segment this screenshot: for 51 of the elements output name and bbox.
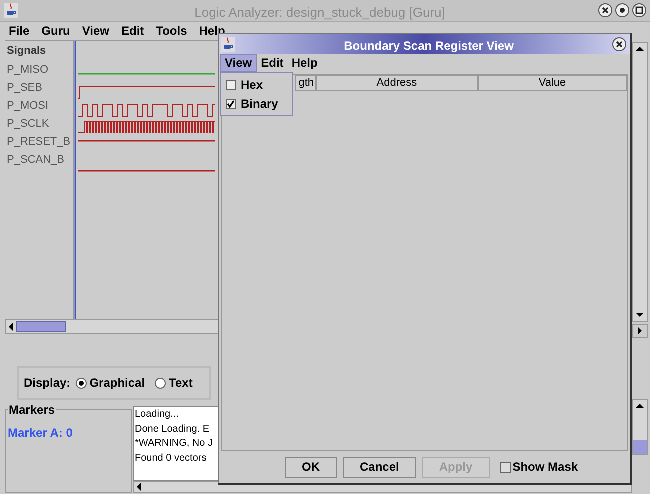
log-line: *WARNING, No J xyxy=(135,437,214,451)
up-arrow-icon[interactable] xyxy=(636,403,644,409)
scroll-thumb[interactable] xyxy=(633,440,647,454)
log-line: Done Loading. E xyxy=(135,422,211,436)
log-line: Loading... xyxy=(135,408,180,422)
display-label: Display: xyxy=(24,375,71,392)
menu-item[interactable]: Binary xyxy=(221,94,292,113)
signal-name: P_MISO xyxy=(6,63,50,78)
log-line: Found 0 vectors xyxy=(135,452,208,466)
signal-name: P_SCLK xyxy=(6,117,50,132)
signal-name: P_RESET_B xyxy=(6,135,72,150)
column-header[interactable]: Address xyxy=(316,75,478,91)
column-header[interactable]: gth xyxy=(295,75,316,91)
dialog-button[interactable]: Cancel xyxy=(343,456,416,478)
menu-item[interactable]: Tools xyxy=(156,22,188,40)
close-icon[interactable] xyxy=(598,3,613,18)
signal-name: P_SCAN_B xyxy=(6,153,66,168)
checkbox[interactable] xyxy=(226,98,236,108)
vertical-scrollbar[interactable] xyxy=(632,399,648,455)
menu-item[interactable]: View xyxy=(82,22,110,40)
menu-item[interactable]: View xyxy=(220,54,258,72)
maximize-icon[interactable] xyxy=(615,3,630,18)
menu-item[interactable]: Guru xyxy=(42,22,70,40)
column-header: Signals xyxy=(6,44,48,59)
cup-icon xyxy=(4,3,18,18)
checkbox[interactable] xyxy=(226,80,236,90)
radio-button[interactable]: Graphical xyxy=(76,374,146,392)
menu-item[interactable]: Help xyxy=(288,54,322,72)
down-arrow-icon[interactable] xyxy=(636,312,644,318)
menu-item[interactable]: Edit xyxy=(257,54,288,72)
close-icon[interactable] xyxy=(612,36,627,52)
menu-item[interactable]: Edit xyxy=(121,22,144,40)
restore-icon[interactable] xyxy=(632,3,647,18)
signal-name: P_SEB xyxy=(6,81,44,96)
menu-item[interactable]: Hex xyxy=(221,75,292,94)
radio-circle[interactable] xyxy=(76,378,87,388)
menu-item[interactable]: File xyxy=(9,22,30,40)
dialog-title: Boundary Scan Register View xyxy=(343,38,515,55)
scroll-thumb[interactable] xyxy=(16,321,66,332)
window-title: Logic Analyzer: design_stuck_debug [Guru] xyxy=(194,4,446,22)
marker-label: Marker A: 0 xyxy=(8,425,74,442)
up-arrow-icon[interactable] xyxy=(636,46,644,52)
cup-icon xyxy=(221,36,235,52)
right-arrow-icon[interactable] xyxy=(637,327,643,335)
signal-name: P_MOSI xyxy=(6,99,50,114)
vertical-scrollbar[interactable] xyxy=(632,42,648,322)
dialog-button[interactable]: OK xyxy=(285,456,337,478)
expand-button[interactable] xyxy=(632,324,648,338)
column-header[interactable]: Value xyxy=(478,75,627,91)
show-mask-checkbox[interactable]: Show Mask xyxy=(500,458,578,476)
radio-button[interactable]: Text xyxy=(155,374,193,392)
